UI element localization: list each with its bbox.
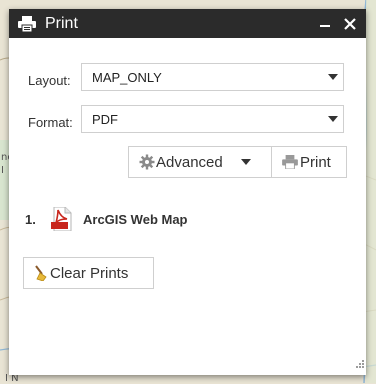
clear-prints-label: Clear Prints: [50, 264, 129, 282]
layout-select[interactable]: MAP_ONLY: [81, 63, 344, 91]
printer-icon: [18, 15, 36, 33]
advanced-button[interactable]: Advanced: [128, 146, 294, 178]
close-icon: [344, 17, 356, 30]
print-label: Print: [300, 153, 331, 171]
result-title-link[interactable]: ArcGIS Web Map: [83, 212, 188, 227]
format-label: Format:: [28, 115, 73, 130]
list-item: 1. ArcGIS Web Map: [25, 207, 188, 231]
layout-label: Layout:: [28, 73, 71, 88]
advanced-label: Advanced: [156, 153, 223, 171]
resize-handle[interactable]: [356, 355, 364, 373]
pdf-file-icon[interactable]: [51, 207, 73, 231]
chevron-down-icon: [323, 116, 343, 122]
minimize-button[interactable]: [314, 9, 336, 38]
clear-prints-button[interactable]: Clear Prints: [23, 257, 154, 289]
chevron-down-icon: [240, 159, 251, 165]
layout-value: MAP_ONLY: [92, 69, 162, 85]
gear-icon: [139, 154, 155, 170]
print-panel: Print Layout: MAP_ONLY Format: PDF Advan…: [9, 9, 366, 375]
print-button[interactable]: Print: [271, 146, 347, 178]
format-value: PDF: [92, 111, 118, 127]
panel-titlebar[interactable]: Print: [9, 9, 366, 38]
map-label: I: [1, 165, 4, 176]
chevron-down-icon: [323, 74, 343, 80]
printer-icon: [282, 155, 298, 169]
close-button[interactable]: [339, 9, 361, 38]
panel-title: Print: [45, 14, 78, 32]
broom-icon: [34, 265, 48, 281]
result-index: 1.: [25, 211, 36, 227]
format-select[interactable]: PDF: [81, 105, 344, 133]
